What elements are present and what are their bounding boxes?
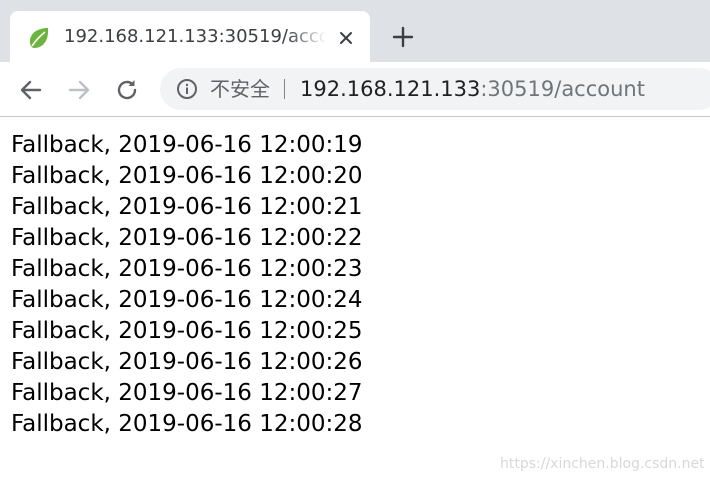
security-status-label[interactable]: 不安全 [210, 68, 270, 110]
url-host: 192.168.121.133 [300, 77, 481, 101]
omnibox-divider [284, 79, 285, 99]
watermark: https://xinchen.blog.csdn.net [500, 456, 705, 472]
address-bar[interactable]: 不安全 192.168.121.133:30519/account [160, 68, 710, 110]
close-icon[interactable] [335, 27, 357, 49]
url-path: :30519/account [480, 77, 645, 101]
page-content: Fallback, 2019-06-16 12:00:19 Fallback, … [11, 130, 701, 440]
plus-icon[interactable] [390, 24, 416, 50]
content-line: Fallback, 2019-06-16 12:00:21 [11, 194, 363, 220]
forward-arrow-icon[interactable] [65, 76, 93, 104]
tab-active[interactable]: 192.168.121.133:30519/account [10, 11, 370, 62]
tab-strip: 192.168.121.133:30519/account [0, 0, 710, 62]
content-line: Fallback, 2019-06-16 12:00:25 [11, 318, 363, 344]
content-line: Fallback, 2019-06-16 12:00:26 [11, 349, 363, 375]
content-line: Fallback, 2019-06-16 12:00:24 [11, 287, 363, 313]
url-text[interactable]: 192.168.121.133:30519/account [300, 68, 645, 110]
content-line: Fallback, 2019-06-16 12:00:23 [11, 256, 363, 282]
content-line: Fallback, 2019-06-16 12:00:20 [11, 163, 363, 189]
back-arrow-icon[interactable] [17, 76, 45, 104]
reload-icon[interactable] [113, 76, 141, 104]
content-line: Fallback, 2019-06-16 12:00:27 [11, 380, 363, 406]
spring-leaf-icon [29, 28, 49, 48]
content-line: Fallback, 2019-06-16 12:00:19 [11, 132, 363, 158]
tab-title: 192.168.121.133:30519/account [64, 26, 326, 47]
info-icon[interactable] [176, 78, 198, 100]
toolbar: 不安全 192.168.121.133:30519/account [0, 62, 710, 117]
content-line: Fallback, 2019-06-16 12:00:22 [11, 225, 363, 251]
browser-window: 192.168.121.133:30519/account 不安全 [0, 0, 710, 485]
content-line: Fallback, 2019-06-16 12:00:28 [11, 411, 363, 437]
